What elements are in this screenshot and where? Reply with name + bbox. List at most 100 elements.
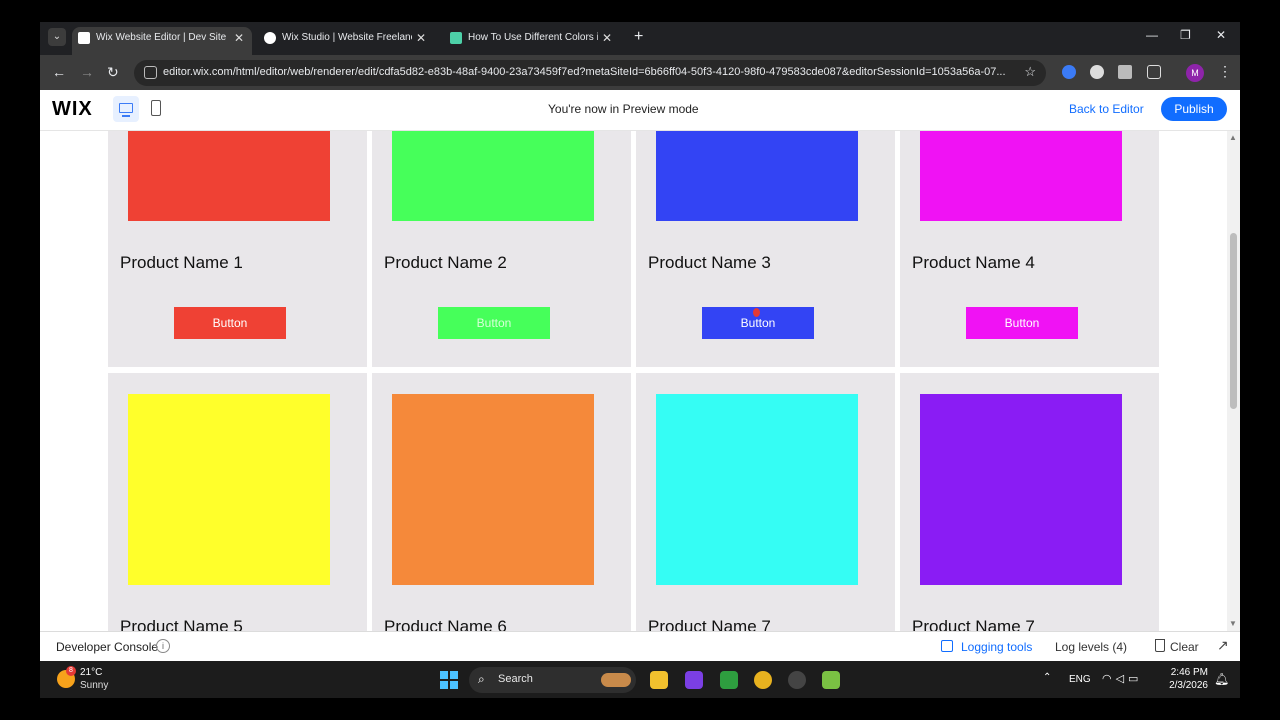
product-name: Product Name 2 [384, 253, 507, 272]
minimize-icon[interactable]: — [1146, 28, 1158, 42]
desktop-view-icon[interactable] [113, 96, 139, 122]
product-name: Product Name 3 [648, 253, 771, 272]
close-window-icon[interactable]: ✕ [1216, 28, 1226, 42]
close-tab-icon[interactable]: ✕ [416, 27, 426, 49]
trash-icon [1155, 639, 1165, 652]
product-card: Product Name 2 Button [372, 131, 631, 367]
product-card: Product Name 7 [636, 373, 895, 631]
article-favicon-icon [450, 32, 462, 44]
product-name: Product Name 4 [912, 253, 1035, 272]
show-hidden-icons-icon[interactable]: ⌃ [1043, 672, 1051, 683]
product-image [392, 394, 594, 585]
product-card: Product Name 3 Button [636, 131, 895, 367]
screen: ⌄ Wix Website Editor | Dev Sitex6 ✕ Wix … [40, 22, 1240, 698]
publish-button[interactable]: Publish [1161, 97, 1227, 121]
product-image [656, 131, 858, 221]
external-link-icon [941, 640, 953, 652]
tab-wix-editor[interactable]: Wix Website Editor | Dev Sitex6 ✕ [72, 27, 252, 55]
taskbar-search-label: Search [498, 673, 533, 685]
wix-preview-header: WIX You're now in Preview mode Back to E… [40, 90, 1240, 131]
product-image [392, 131, 594, 221]
app-icon[interactable] [788, 671, 806, 689]
product-image [920, 131, 1122, 221]
back-to-editor-link[interactable]: Back to Editor [1069, 102, 1144, 116]
clock-time[interactable]: 2:46 PM [1168, 667, 1208, 678]
close-tab-icon[interactable]: ✕ [234, 27, 244, 49]
profile-avatar[interactable]: M [1186, 64, 1204, 82]
chrome-icon[interactable] [754, 671, 772, 689]
preview-mode-message: You're now in Preview mode [548, 102, 699, 116]
product-name: Product Name 7 [648, 617, 771, 631]
tab-wix-studio[interactable]: Wix Studio | Website Freelancer ✕ [258, 27, 434, 55]
developer-console-bar: Developer Console i Logging tools Log le… [40, 631, 1240, 661]
weather-temperature: 21°C [80, 667, 103, 678]
clock-date[interactable]: 2/3/2026 [1162, 680, 1208, 691]
wix-logo: WIX [52, 98, 93, 120]
product-card: Product Name 5 [108, 373, 367, 631]
windows-start-icon[interactable] [440, 671, 458, 689]
pen-extension-icon[interactable] [1118, 65, 1132, 79]
weather-condition: Sunny [80, 680, 109, 691]
browser-menu-icon[interactable]: ⋮ [1218, 63, 1232, 80]
file-explorer-icon[interactable] [650, 671, 668, 689]
search-icon: ⌕ [478, 672, 485, 686]
browser-tab-strip: ⌄ Wix Website Editor | Dev Sitex6 ✕ Wix … [40, 22, 1240, 55]
tab-search-icon[interactable]: ⌄ [48, 28, 66, 46]
product-button[interactable]: Button [174, 307, 286, 339]
notification-bell-icon[interactable]: 🔔︎ [1214, 672, 1229, 686]
xbox-icon[interactable] [720, 671, 738, 689]
product-image [128, 394, 330, 585]
puzzle-extensions-icon[interactable] [1147, 65, 1161, 79]
product-button[interactable]: Button [966, 307, 1078, 339]
product-card: Product Name 6 [372, 373, 631, 631]
product-image [128, 131, 330, 221]
product-card: Product Name 4 Button [900, 131, 1159, 367]
forward-arrow-icon[interactable]: → [80, 64, 94, 80]
system-tray-icons[interactable]: ◠◁▭ [1102, 672, 1142, 685]
wix-studio-favicon-icon [264, 32, 276, 44]
language-indicator[interactable]: ENG [1069, 674, 1091, 685]
new-tab-button[interactable]: + [634, 28, 643, 46]
scroll-up-icon[interactable]: ▲ [1229, 133, 1237, 142]
scrollbar-thumb[interactable] [1230, 233, 1237, 409]
product-button[interactable]: Button [438, 307, 550, 339]
notification-badge: 8 [66, 666, 76, 676]
extension-icon[interactable] [1090, 65, 1104, 79]
browser-toolbar: ← → ↻ editor.wix.com/html/editor/web/ren… [40, 55, 1240, 90]
site-info-icon[interactable] [144, 66, 157, 79]
app-icon[interactable] [822, 671, 840, 689]
reload-icon[interactable]: ↻ [107, 64, 119, 80]
product-name: Product Name 1 [120, 253, 243, 272]
clear-button[interactable]: Clear [1170, 640, 1199, 654]
wix-favicon-icon [78, 32, 90, 44]
mobile-view-icon[interactable] [151, 100, 161, 116]
log-levels-dropdown[interactable]: Log levels (4) [1055, 640, 1127, 654]
restore-icon[interactable]: ❐ [1180, 28, 1191, 42]
app-icon[interactable] [685, 671, 703, 689]
tab-label: Wix Website Editor | Dev Sitex6 [96, 32, 226, 43]
product-name: Product Name 7 [912, 617, 1035, 631]
expand-arrow-icon[interactable]: ↗ [1217, 637, 1229, 654]
product-card: Product Name 1 Button [108, 131, 367, 367]
url-text: editor.wix.com/html/editor/web/renderer/… [163, 66, 1006, 78]
product-name: Product Name 5 [120, 617, 243, 631]
extension-icon[interactable] [1062, 65, 1076, 79]
tab-how-to-colors[interactable]: How To Use Different Colors in ✕ [444, 27, 620, 55]
tab-label: How To Use Different Colors in [468, 32, 598, 43]
product-card: Product Name 7 [900, 373, 1159, 631]
mouse-cursor-icon [753, 308, 760, 317]
back-arrow-icon[interactable]: ← [52, 64, 66, 80]
site-preview: Product Name 1 Button Product Name 2 But… [40, 131, 1240, 631]
product-image [920, 394, 1122, 585]
logging-tools-link[interactable]: Logging tools [961, 640, 1032, 654]
info-icon[interactable]: i [156, 639, 170, 653]
scroll-down-icon[interactable]: ▼ [1229, 619, 1237, 628]
windows-taskbar: 8 21°C Sunny ⌕ Search ⌃ ENG ◠◁▭ 2:46 PM … [40, 661, 1240, 698]
bookmark-star-icon[interactable]: ☆ [1024, 64, 1036, 80]
address-bar[interactable]: editor.wix.com/html/editor/web/renderer/… [134, 60, 1046, 86]
close-tab-icon[interactable]: ✕ [602, 27, 612, 49]
taskbar-search[interactable]: ⌕ Search [469, 667, 636, 693]
page-scrollbar[interactable]: ▲ ▼ [1227, 131, 1240, 631]
developer-console-title[interactable]: Developer Console [56, 640, 158, 654]
product-name: Product Name 6 [384, 617, 507, 631]
